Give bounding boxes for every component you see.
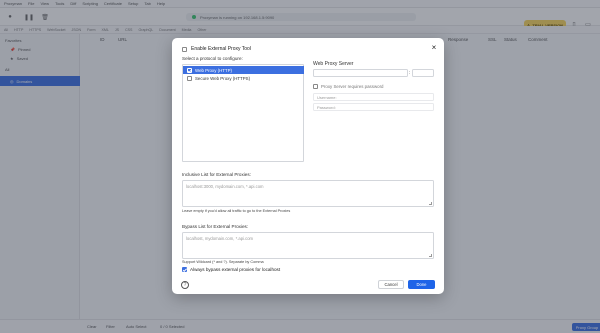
protocol-item-label: Web Proxy (HTTP)	[195, 67, 232, 73]
help-icon[interactable]: ?	[181, 281, 189, 289]
bypass-list-textarea[interactable]: localhost, mydomain.com, *.api.com	[182, 232, 434, 259]
protocol-item-https[interactable]: Secure Web Proxy (HTTPS)	[183, 74, 304, 82]
requires-password-checkbox[interactable]	[313, 84, 318, 89]
inclusive-list-hint: Leave empty if you'd allow all traffic t…	[182, 209, 291, 213]
enable-external-proxy-label: Enable External Proxy Tool	[191, 46, 251, 52]
protocol-list: Web Proxy (HTTP) Secure Web Proxy (HTTPS…	[182, 64, 304, 162]
port-separator: :	[409, 70, 411, 75]
bypass-list-label: Bypass List for External Proxies:	[182, 224, 249, 229]
always-bypass-localhost[interactable]: Always bypass external proxies for local…	[182, 267, 280, 272]
done-button[interactable]: Done	[408, 280, 435, 289]
protocol-https-checkbox[interactable]	[187, 75, 192, 81]
protocol-item-http[interactable]: Web Proxy (HTTP)	[183, 66, 304, 74]
protocol-item-label: Secure Web Proxy (HTTPS)	[195, 75, 251, 81]
protocol-http-checkbox[interactable]	[187, 67, 192, 73]
password-input[interactable]: Password:	[313, 103, 434, 111]
proxy-host-input[interactable]	[313, 69, 408, 77]
username-input[interactable]: Username:	[313, 93, 434, 101]
always-bypass-localhost-label: Always bypass external proxies for local…	[190, 267, 281, 272]
enable-external-proxy-checkbox[interactable]	[182, 46, 187, 52]
protocol-label: Select a protocol to configure:	[182, 56, 243, 61]
enable-external-proxy[interactable]: Enable External Proxy Tool	[182, 46, 251, 52]
inclusive-list-placeholder: localhost:3000, mydomain.com, *.api.com	[186, 184, 264, 189]
requires-password-label: Proxy Server requires password	[321, 84, 384, 89]
close-icon[interactable]: ×	[429, 43, 439, 53]
proxy-port-input[interactable]	[412, 69, 434, 77]
inclusive-list-textarea[interactable]: localhost:3000, mydomain.com, *.api.com	[182, 180, 434, 207]
external-proxy-dialog: Enable External Proxy Tool × Select a pr…	[172, 38, 444, 294]
bypass-list-placeholder: localhost, mydomain.com, *.api.com	[186, 236, 254, 241]
bypass-list-hint: Support Wildcard (* and ?). Separate by …	[182, 260, 264, 264]
requires-password[interactable]: Proxy Server requires password	[313, 84, 383, 89]
inclusive-list-label: Inclusive List for External Proxies:	[182, 172, 251, 177]
resize-grip-icon[interactable]	[429, 254, 432, 257]
web-proxy-server-label: Web Proxy Server	[313, 61, 354, 67]
always-bypass-localhost-checkbox[interactable]	[182, 267, 187, 272]
cancel-button[interactable]: Cancel	[378, 280, 404, 289]
resize-grip-icon[interactable]	[429, 202, 432, 205]
